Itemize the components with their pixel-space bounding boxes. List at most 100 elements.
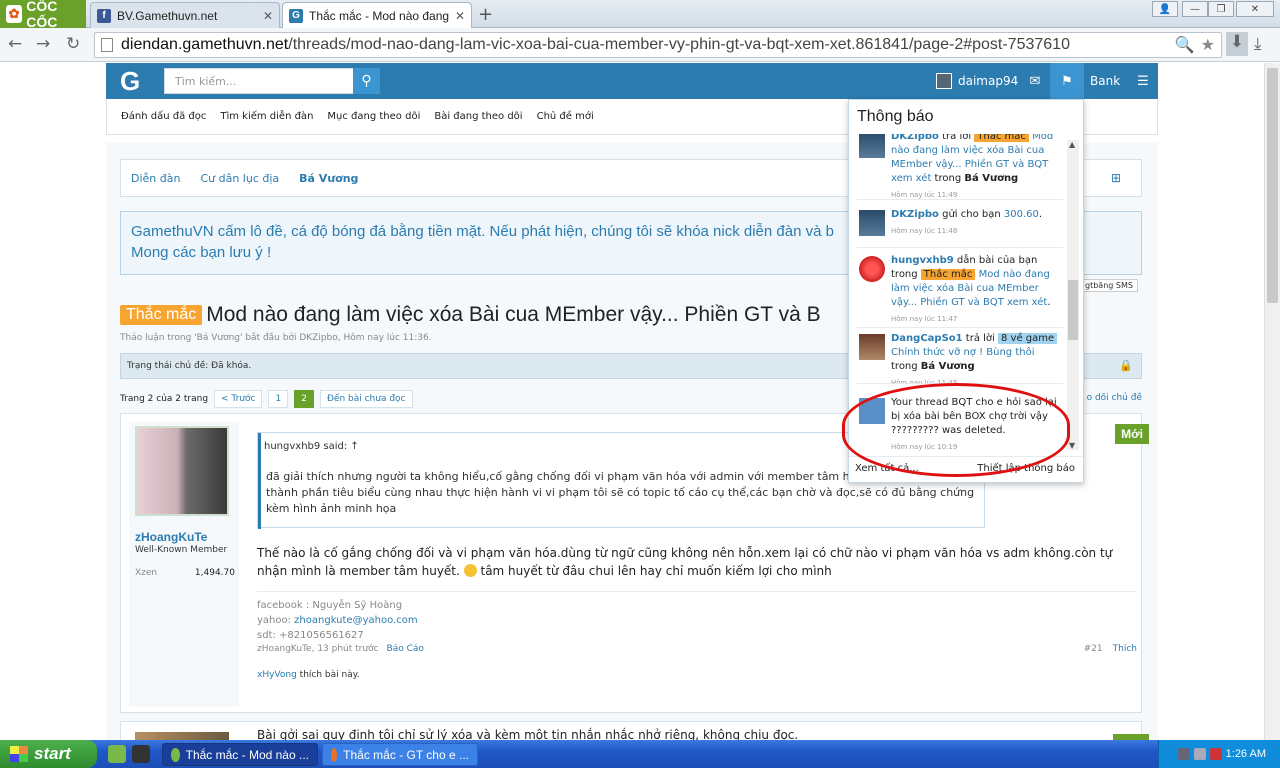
- envelope-icon[interactable]: ✉: [1018, 63, 1052, 99]
- breadcrumb-forums[interactable]: Diễn đàn: [121, 172, 190, 185]
- breadcrumb-ba-vuong[interactable]: Bá Vương: [289, 172, 368, 185]
- zoom-icon[interactable]: 🔍: [1175, 35, 1195, 55]
- back-icon[interactable]: ←: [8, 34, 22, 54]
- menu-icon[interactable]: ⤓: [1254, 34, 1262, 54]
- search-input[interactable]: Tìm kiếm...: [164, 68, 354, 94]
- subnav-watched-threads[interactable]: Bài đang theo dõi: [434, 111, 522, 122]
- page-scrollbar[interactable]: [1264, 63, 1280, 740]
- smiley-icon: [463, 564, 477, 577]
- maximize-icon[interactable]: ❐: [1208, 1, 1234, 17]
- avatar[interactable]: [135, 732, 229, 740]
- red-annotation-circle: [842, 383, 1070, 477]
- scroll-up-icon[interactable]: ▲: [1069, 140, 1075, 149]
- new-tab-icon[interactable]: +: [478, 4, 493, 25]
- post-number[interactable]: #21: [1084, 644, 1103, 654]
- sms-button[interactable]: gtbăng SMS: [1080, 279, 1138, 292]
- site-header: G Tìm kiếm... ⚲ daimap94 ✉ ⚑ Bank ☰: [106, 63, 1158, 99]
- user-menu[interactable]: daimap94: [936, 73, 1018, 89]
- web-page: G Tìm kiếm... ⚲ daimap94 ✉ ⚑ Bank ☰ Đánh…: [0, 63, 1264, 740]
- minimize-icon[interactable]: —: [1182, 1, 1208, 17]
- scroll-down-icon[interactable]: ▼: [1069, 441, 1075, 450]
- subnav-watched-forums[interactable]: Mục đang theo dõi: [327, 111, 420, 122]
- system-tray: 1:26 AM: [1158, 740, 1280, 768]
- page-icon: [101, 38, 113, 52]
- scroll-thumb[interactable]: [1068, 280, 1078, 340]
- start-button[interactable]: start: [0, 740, 97, 768]
- notification-item[interactable]: DKZipbo trả lời Thắc mắc Mod nào đang là…: [857, 134, 1063, 200]
- user-panel: zHoangKuTe Well-Known Member Xzen 1,494.7…: [129, 422, 239, 707]
- yahoo-link[interactable]: zhoangkute@yahoo.com: [294, 615, 417, 626]
- flag-icon[interactable]: ⚑: [1050, 63, 1084, 99]
- facebook-icon: f: [97, 8, 111, 23]
- avatar: [859, 134, 885, 158]
- page-2-button[interactable]: 2: [294, 390, 314, 408]
- site-logo[interactable]: G: [120, 66, 140, 97]
- avatar[interactable]: [135, 426, 229, 516]
- avatar: [859, 210, 885, 236]
- breadcrumb-residents[interactable]: Cư dân lục địa: [190, 172, 289, 185]
- address-bar[interactable]: diendan.gamethuvn.net/threads/mod-nao-da…: [94, 32, 1222, 58]
- post-message: Thế nào là cố gắng chống đối và vi phạm …: [257, 546, 1113, 578]
- close-tab-icon[interactable]: ✕: [455, 9, 465, 23]
- subnav-search-forum[interactable]: Tìm kiếm diễn đàn: [220, 111, 313, 122]
- follow-thread-link[interactable]: o dõi chủ đề: [1087, 393, 1142, 403]
- notification-item[interactable]: DKZipbo gửi cho bạn 300.60. Hôm nay lúc 1…: [857, 208, 1063, 248]
- coccoc-icon: [171, 747, 180, 762]
- avatar: [859, 334, 885, 360]
- hamburger-icon[interactable]: ☰: [1126, 63, 1160, 99]
- avatar: [859, 256, 885, 282]
- subnav-mark-read[interactable]: Đánh dấu đã đọc: [121, 111, 206, 122]
- notification-item[interactable]: DangCapSo1 trả lời 8 về game Chính thức …: [857, 332, 1063, 384]
- network-icon[interactable]: [1177, 748, 1190, 760]
- post-footer: zHoangKuTe, 13 phút trước Báo Cáo #21 Thíc…: [257, 644, 1137, 654]
- user-title: Well-Known Member: [135, 545, 228, 555]
- report-link[interactable]: Báo Cáo: [387, 644, 424, 654]
- lock-icon: 🔒: [1119, 359, 1133, 372]
- app-quicklaunch-icon[interactable]: [132, 745, 150, 763]
- browser-brand[interactable]: ✿ CỐC CỐC: [0, 0, 86, 30]
- notification-heading: Thông báo: [857, 108, 934, 125]
- user-icon[interactable]: 👤: [1152, 1, 1178, 17]
- clock[interactable]: 1:26 AM: [1226, 748, 1266, 760]
- avatar: [936, 73, 952, 89]
- thread-prefix[interactable]: Thắc mắc: [120, 305, 203, 325]
- pagination: Trang 2 của 2 trang < Trước 1 2 Đến bài …: [120, 390, 413, 408]
- post: Bài gởi sai quy định tôi chỉ sử lý xóa v…: [120, 721, 1149, 740]
- post-message: Bài gởi sai quy định tôi chỉ sử lý xóa v…: [257, 728, 799, 740]
- sitemap-icon[interactable]: ⊞: [1101, 171, 1131, 185]
- like-link[interactable]: Thích: [1113, 644, 1137, 654]
- gamethuvn-icon: G: [289, 8, 303, 23]
- scroll-thumb[interactable]: [1267, 68, 1278, 303]
- security-icon[interactable]: [1209, 748, 1222, 760]
- browser-navbar: ← → ↻ diendan.gamethuvn.net/threads/mod-…: [0, 28, 1280, 62]
- likes-summary: xHyVong thích bài này.: [257, 670, 360, 680]
- subnav-new-threads[interactable]: Chủ đề mới: [537, 111, 594, 122]
- task-thac-mac-firefox[interactable]: Thắc mắc - GT cho e ...: [322, 743, 478, 766]
- bank-link[interactable]: Bank: [1090, 74, 1120, 88]
- close-tab-icon[interactable]: ✕: [263, 9, 273, 23]
- page-1-button[interactable]: 1: [268, 390, 289, 408]
- post-username[interactable]: zHoangKuTe: [135, 530, 207, 544]
- coccoc-logo-icon: ✿: [6, 5, 23, 23]
- prev-page-button[interactable]: < Trước: [214, 390, 263, 408]
- close-window-icon[interactable]: ✕: [1236, 1, 1274, 17]
- quote-author[interactable]: hungvxhb9 said: ↑: [264, 441, 359, 452]
- download-icon[interactable]: ⬇: [1226, 32, 1248, 56]
- page-title: Thắc mắc Mod nào đang làm việc xóa Bài cu…: [120, 303, 821, 327]
- search-button[interactable]: ⚲: [353, 68, 380, 94]
- tab-thac-mac[interactable]: G Thắc mắc - Mod nào đang làm ✕: [282, 2, 472, 28]
- unread-button[interactable]: Đến bài chưa đọc: [319, 390, 413, 408]
- thread-meta: Thảo luận trong 'Bá Vương' bắt đầu bởi D…: [120, 333, 432, 343]
- notification-scrollbar[interactable]: ▲ ▼: [1067, 140, 1079, 450]
- notification-item[interactable]: hungvxhb9 dẫn bài của bạn trong Thắc mắc…: [857, 254, 1063, 328]
- tab-bv-gamethuvn[interactable]: f BV.Gamethuvn.net ✕: [90, 2, 280, 28]
- volume-icon[interactable]: [1193, 748, 1206, 760]
- liker-link[interactable]: xHyVong: [257, 670, 297, 680]
- firefox-icon: [331, 747, 338, 762]
- coccoc-quicklaunch-icon[interactable]: [108, 745, 126, 763]
- forward-icon[interactable]: →: [36, 34, 50, 54]
- star-icon[interactable]: ★: [1201, 35, 1215, 55]
- reload-icon[interactable]: ↻: [66, 34, 80, 54]
- signature: facebook : Nguyễn Sỹ Hoàng yahoo: zhoang…: [257, 591, 1137, 643]
- task-thac-mac-coccoc[interactable]: Thắc mắc - Mod nào ...: [162, 743, 318, 766]
